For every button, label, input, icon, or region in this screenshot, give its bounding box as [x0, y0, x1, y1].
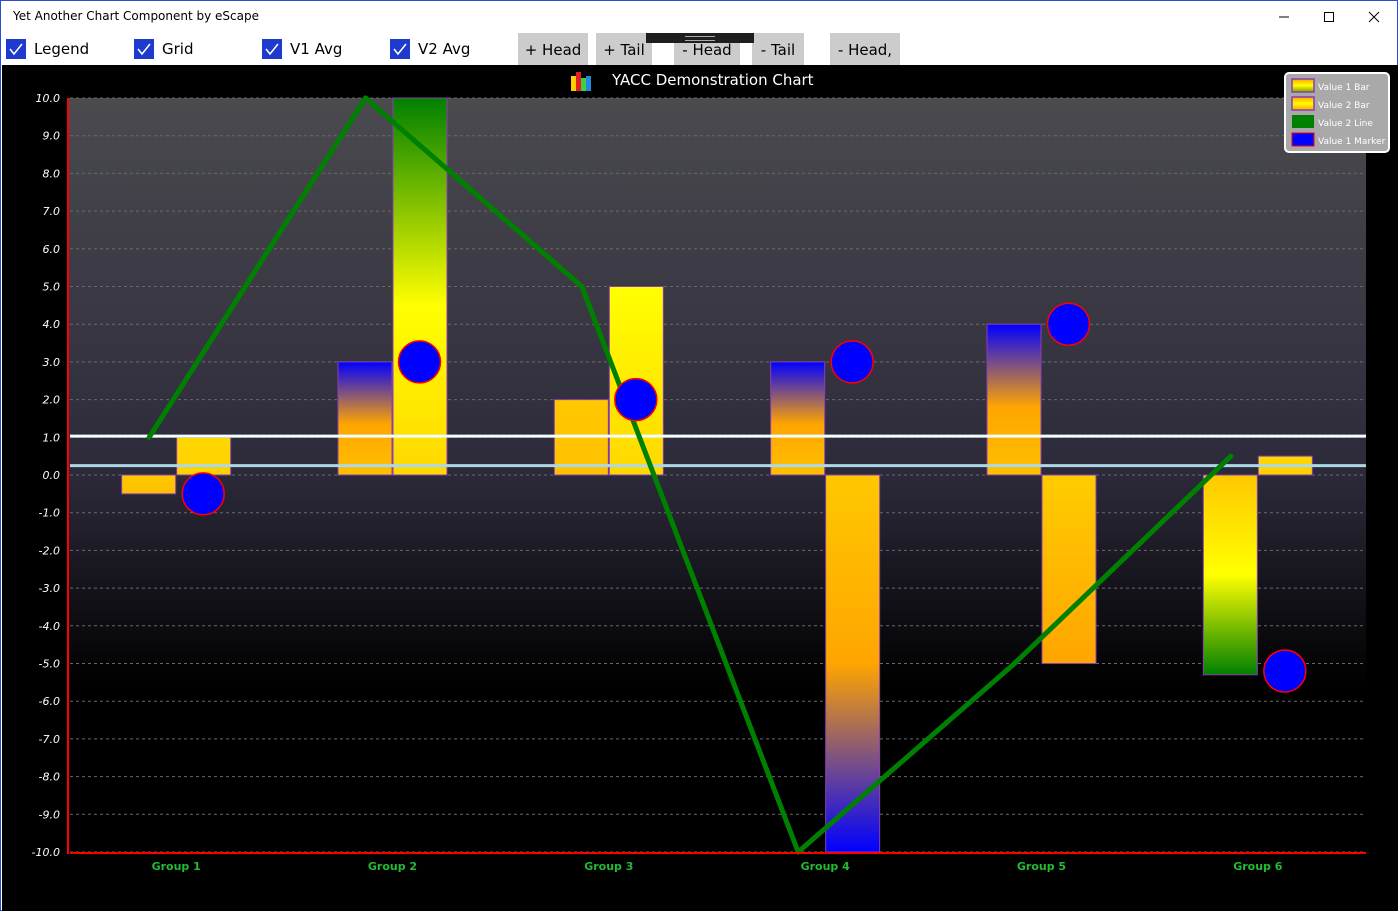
- grid-checkbox-label: Grid: [162, 40, 194, 58]
- chart-svg: 10.0 9.0 8.0 7.0 6.0 5.0 4.0 3.0 2.0 1.0 0.0 -1.0 -2…: [32, 71, 1390, 873]
- value2-bar: [392, 97, 448, 476]
- drag-handle[interactable]: [646, 33, 754, 43]
- chart-title: YACC Demonstration Chart: [611, 71, 814, 89]
- v1-avg-checkbox[interactable]: V1 Avg: [262, 37, 342, 61]
- maximize-button[interactable]: [1306, 1, 1352, 33]
- y-tick-label: 9.0: [43, 130, 61, 143]
- legend-label: Value 2 Line: [1318, 119, 1373, 129]
- app-title: Yet Another Chart Component by eScape: [13, 9, 259, 23]
- chart-area: 10.0 9.0 8.0 7.0 6.0 5.0 4.0 3.0 2.0 1.0 0.0 -1.0 -2…: [2, 65, 1398, 911]
- app-window: Yet Another Chart Component by eScape Le…: [0, 0, 1398, 911]
- y-tick-label: 8.0: [43, 167, 61, 180]
- close-icon: [1368, 11, 1380, 23]
- value1-bar: [986, 323, 1042, 476]
- minimize-icon: [1279, 16, 1289, 18]
- value2-bar: [1041, 474, 1097, 664]
- value1-marker: [181, 472, 225, 516]
- title-bar: Yet Another Chart Component by eScape: [1, 1, 1397, 33]
- value1-marker: [1046, 302, 1091, 346]
- value1-bar: [121, 474, 177, 495]
- y-tick-label: 3.0: [43, 356, 61, 369]
- value1-marker: [397, 340, 442, 384]
- y-tick-label: 2.0: [43, 394, 61, 407]
- toolbar: Legend Grid V1 Avg V2 Avg + Head + Tail …: [1, 33, 1397, 65]
- y-tick-label: -9.0: [39, 808, 60, 821]
- y-tick-label: -1.0: [39, 507, 60, 520]
- y-tick-label: 10.0: [36, 92, 61, 105]
- y-axis-ticks: 10.0 9.0 8.0 7.0 6.0 5.0 4.0 3.0 2.0 1.0 0.0 -1.0 -2…: [32, 92, 60, 859]
- value2-bar: [825, 474, 881, 853]
- y-tick-label: 4.0: [43, 318, 61, 331]
- x-tick-label: Group 1: [152, 860, 201, 873]
- v1-avg-checkbox-label: V1 Avg: [290, 40, 343, 58]
- maximize-icon: [1324, 12, 1334, 22]
- value1-bar: [337, 361, 393, 476]
- remove-head-tail-button[interactable]: - Head,: [830, 33, 900, 65]
- legend-checkbox-label: Legend: [34, 40, 90, 58]
- legend-label: Value 1 Marker: [1318, 137, 1386, 147]
- grid-checkbox[interactable]: Grid: [134, 37, 193, 61]
- y-tick-label: -3.0: [39, 582, 60, 595]
- close-button[interactable]: [1351, 1, 1397, 33]
- add-tail-button[interactable]: + Tail: [596, 33, 652, 65]
- y-tick-label: -7.0: [39, 733, 60, 746]
- checkbox-checked-icon: [390, 39, 410, 59]
- legend-label: Value 2 Bar: [1318, 101, 1370, 111]
- legend-swatch-value1-bar: [1291, 78, 1315, 93]
- minimize-button[interactable]: [1261, 1, 1307, 33]
- checkbox-checked-icon: [134, 39, 154, 59]
- x-tick-label: Group 5: [1017, 860, 1066, 873]
- checkbox-checked-icon: [262, 39, 282, 59]
- legend-checkbox[interactable]: Legend: [6, 37, 89, 61]
- y-tick-label: -6.0: [39, 695, 60, 708]
- y-tick-label: -4.0: [39, 620, 60, 633]
- v2-avg-checkbox-label: V2 Avg: [418, 40, 471, 58]
- legend-swatch-value2-bar: [1291, 96, 1315, 111]
- v2-avg-checkbox[interactable]: V2 Avg: [390, 37, 470, 61]
- y-tick-label: 0.0: [43, 469, 61, 482]
- x-tick-label: Group 6: [1233, 860, 1283, 873]
- y-tick-label: 7.0: [43, 205, 61, 218]
- value1-bar: [770, 361, 826, 476]
- y-tick-label: -5.0: [39, 658, 60, 671]
- y-tick-label: 1.0: [43, 431, 61, 444]
- value1-marker: [614, 377, 658, 422]
- x-axis-labels: Group 1 Group 2 Group 3 Group 4 Group 5 Group…: [152, 860, 1283, 873]
- x-tick-label: Group 3: [584, 860, 633, 873]
- add-head-button[interactable]: + Head: [518, 33, 588, 65]
- y-tick-label: -10.0: [32, 846, 60, 859]
- legend-swatch-value1-marker: [1291, 132, 1315, 147]
- value1-marker: [830, 340, 874, 384]
- value2-bar: [176, 436, 232, 476]
- x-tick-label: Group 2: [368, 860, 417, 873]
- y-tick-label: -8.0: [39, 771, 60, 784]
- y-tick-label: 5.0: [43, 281, 61, 294]
- y-tick-label: -2.0: [39, 544, 60, 557]
- legend: Value 1 Bar Value 2 Bar Value 2 Line Val…: [1284, 72, 1390, 153]
- legend-swatch-value2-line: [1292, 115, 1314, 128]
- chart-title-icon: [571, 72, 591, 91]
- checkbox-checked-icon: [6, 39, 26, 59]
- remove-tail-button[interactable]: - Tail: [752, 33, 804, 65]
- value1-marker: [1263, 649, 1307, 693]
- legend-label: Value 1 Bar: [1318, 83, 1370, 93]
- value1-bar: [1202, 474, 1258, 676]
- y-tick-label: 6.0: [43, 243, 61, 256]
- x-tick-label: Group 4: [801, 860, 851, 873]
